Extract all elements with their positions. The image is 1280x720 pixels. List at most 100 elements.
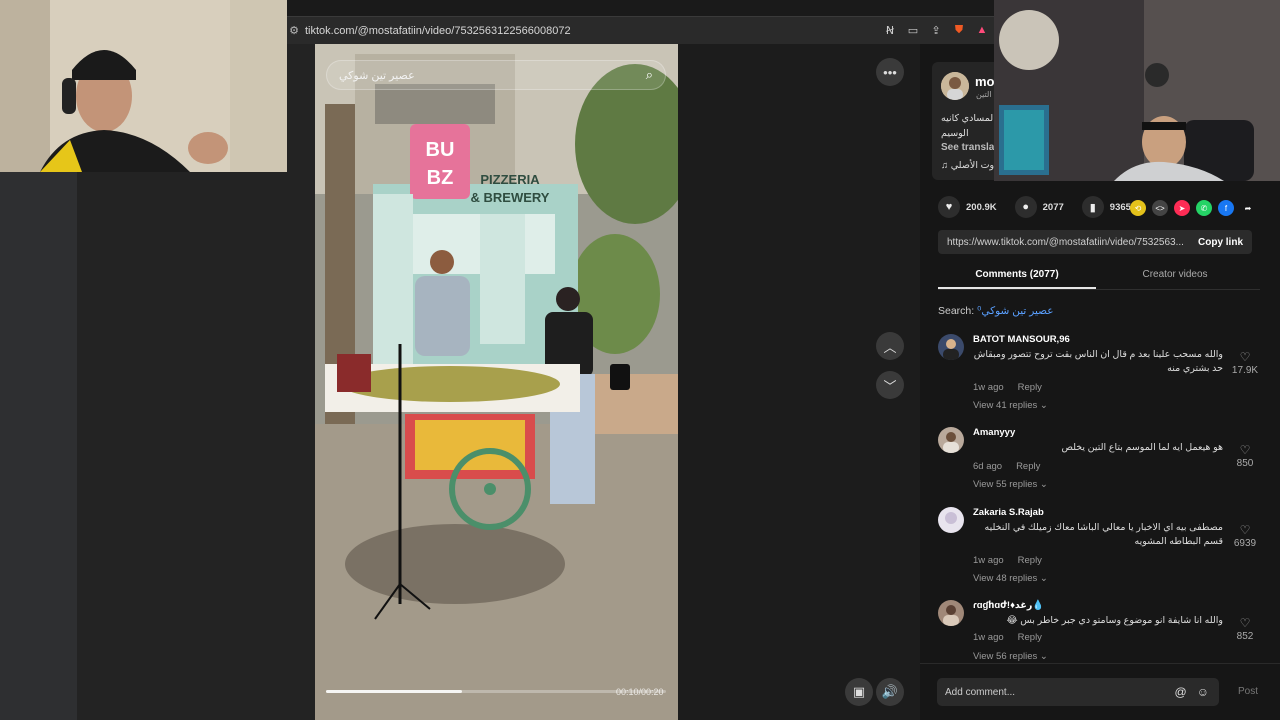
save-stat[interactable]: ▮ 9365 [1081,196,1131,218]
share-arrow-icon[interactable]: ➦ [1240,200,1256,216]
creator-avatar-image [941,72,969,100]
translate-icon[interactable]: Ꞥ [883,22,897,38]
comment-like-button[interactable]: ♡ 852 [1230,616,1260,642]
comment-stat[interactable]: ● 2077 [1014,196,1064,218]
search-icon[interactable]: ⌕ [646,67,653,83]
view-replies-label: View 48 replies [973,573,1038,584]
more-icon: ••• [883,64,897,80]
heart-outline-icon: ♡ [1239,616,1251,630]
video-search-text[interactable]: عصير تين شوكي [339,69,415,82]
post-button[interactable]: Post [1238,686,1258,697]
address-bar[interactable]: ⚙ tiktok.com/@mostafatiin/video/75325631… [287,16,997,44]
share-icon[interactable]: ⇪ [929,22,943,38]
commenter-username[interactable]: BATOT MANSOUR,96 [973,334,1070,345]
tab-comments[interactable]: Comments (2077) [938,269,1096,280]
comment-count: 2077 [1042,201,1064,213]
commenter-username[interactable]: ɾɑɠհɑժ!♦رغد💧 [973,600,1044,611]
comment-age: 6d ago [973,461,1003,472]
search-query-link[interactable]: عصير تين شوكي [981,305,1053,317]
url-text[interactable]: tiktok.com/@mostafatiin/video/7532563122… [305,25,571,37]
commenter-avatar[interactable] [938,427,964,453]
previous-video-button[interactable]: ︿ [876,332,904,360]
svg-text:BZ: BZ [427,167,454,189]
video-search-bar[interactable]: عصير تين شوكي ⌕ [326,60,666,90]
send-icon[interactable]: ➤ [1174,200,1190,216]
view-replies-label: View 41 replies [973,400,1038,411]
volume-icon: 🔊 [881,684,899,699]
comment-search-line[interactable]: Search: عصير تين شوكي⁰ [938,305,1054,317]
music-label[interactable]: ♫ وت الأصلي [941,160,994,171]
view-replies-button[interactable]: View 48 replies ⌄ [973,573,1048,584]
like-count: 200.9K [966,201,997,213]
commenter-avatar-image [938,600,964,626]
commenter-username[interactable]: Amanyyy [973,427,1015,438]
comment-item: ɾɑɠհɑժ!♦رغد💧 والله انا شايفة انو موضوع و… [938,600,1260,664]
view-replies-button[interactable]: View 41 replies ⌄ [973,400,1048,411]
tab-creator-videos[interactable]: Creator videos [1096,269,1254,280]
heart-outline-icon: ♡ [1239,443,1251,457]
share-link-url[interactable]: https://www.tiktok.com/@mostafatiin/vide… [938,237,1188,248]
pip-button[interactable]: ▣ [845,678,873,706]
comment-input[interactable]: Add comment... @ ☺ [937,678,1219,706]
emoji-icon[interactable]: ☺ [1197,685,1209,699]
chevron-down-icon: ⌄ [1039,400,1048,411]
reply-button[interactable]: Reply [1018,382,1042,393]
commenter-avatar-image [938,334,964,360]
creator-name[interactable]: mo [975,74,995,89]
copy-link-button[interactable]: Copy link [1198,237,1243,248]
video-progress-fill [326,690,462,693]
commenter-avatar[interactable] [938,600,964,626]
save-count: 9365 [1109,201,1131,213]
cast-icon[interactable]: ▭ [906,22,920,38]
site-settings-icon[interactable]: ⚙ [287,24,301,38]
comment-like-button[interactable]: ♡ 850 [1230,443,1260,469]
comment-icon[interactable]: ● [1014,196,1037,218]
video-player[interactable]: BU BZ PIZZERIA & BREWERY [315,44,678,720]
composer-divider [920,663,1280,664]
panel-tabs: Comments (2077) Creator videos [938,266,1260,290]
reply-button[interactable]: Reply [1018,555,1042,566]
repost-icon[interactable]: ⟲ [1130,200,1146,216]
commenter-avatar-image [938,427,964,453]
commenter-avatar[interactable] [938,507,964,533]
see-translation-link[interactable]: See translat [941,142,998,153]
chevron-down-icon: ⌄ [1039,651,1048,662]
comment-meta: 6d ago Reply [973,461,1040,472]
comment-meta: 1w ago Reply [973,382,1042,393]
brave-shield-icon[interactable]: ⛊ [952,22,966,38]
search-label: Search: [938,305,975,317]
active-tab-indicator [938,287,1096,289]
comment-like-button[interactable]: ♡ 17.9K [1230,350,1260,376]
like-stat[interactable]: ♥ 200.9K [938,196,997,218]
more-options-button[interactable]: ••• [876,58,904,86]
share-link-box: https://www.tiktok.com/@mostafatiin/vide… [938,230,1252,254]
heart-icon[interactable]: ♥ [938,196,960,218]
commenter-avatar[interactable] [938,334,964,360]
view-replies-label: View 56 replies [973,651,1038,662]
reply-button[interactable]: Reply [1018,632,1042,643]
next-video-button[interactable]: ﹀ [876,371,904,399]
facebook-icon[interactable]: f [1218,200,1234,216]
comment-like-button[interactable]: ♡ 6939 [1230,523,1260,549]
comment-like-count: 17.9K [1231,365,1259,376]
webcam-left-image [0,0,287,172]
view-replies-button[interactable]: View 56 replies ⌄ [973,651,1048,662]
creator-avatar[interactable] [941,72,969,100]
embed-icon[interactable]: <> [1152,200,1168,216]
volume-button[interactable]: 🔊 [876,678,904,706]
left-side-panel [0,172,77,720]
video-frame: BU BZ PIZZERIA & BREWERY [315,44,678,720]
rewards-icon[interactable]: ▲ [975,22,989,38]
view-replies-button[interactable]: View 55 replies ⌄ [973,479,1048,490]
bookmark-icon[interactable]: ▮ [1081,196,1104,218]
commenter-username[interactable]: Zakaria S.Rajab [973,507,1044,518]
mention-icon[interactable]: @ [1175,685,1187,699]
comment-meta: 1w ago Reply [973,555,1042,566]
video-progress-bar[interactable] [326,690,666,693]
comment-text: هو هيعمل ايه لما الموسم بتاع التين يخلص [1061,442,1223,453]
reply-button[interactable]: Reply [1016,461,1040,472]
comment-age: 1w ago [973,555,1004,566]
comment-input-placeholder[interactable]: Add comment... [937,687,1175,698]
comment-like-count: 6939 [1233,538,1257,549]
whatsapp-icon[interactable]: ✆ [1196,200,1212,216]
